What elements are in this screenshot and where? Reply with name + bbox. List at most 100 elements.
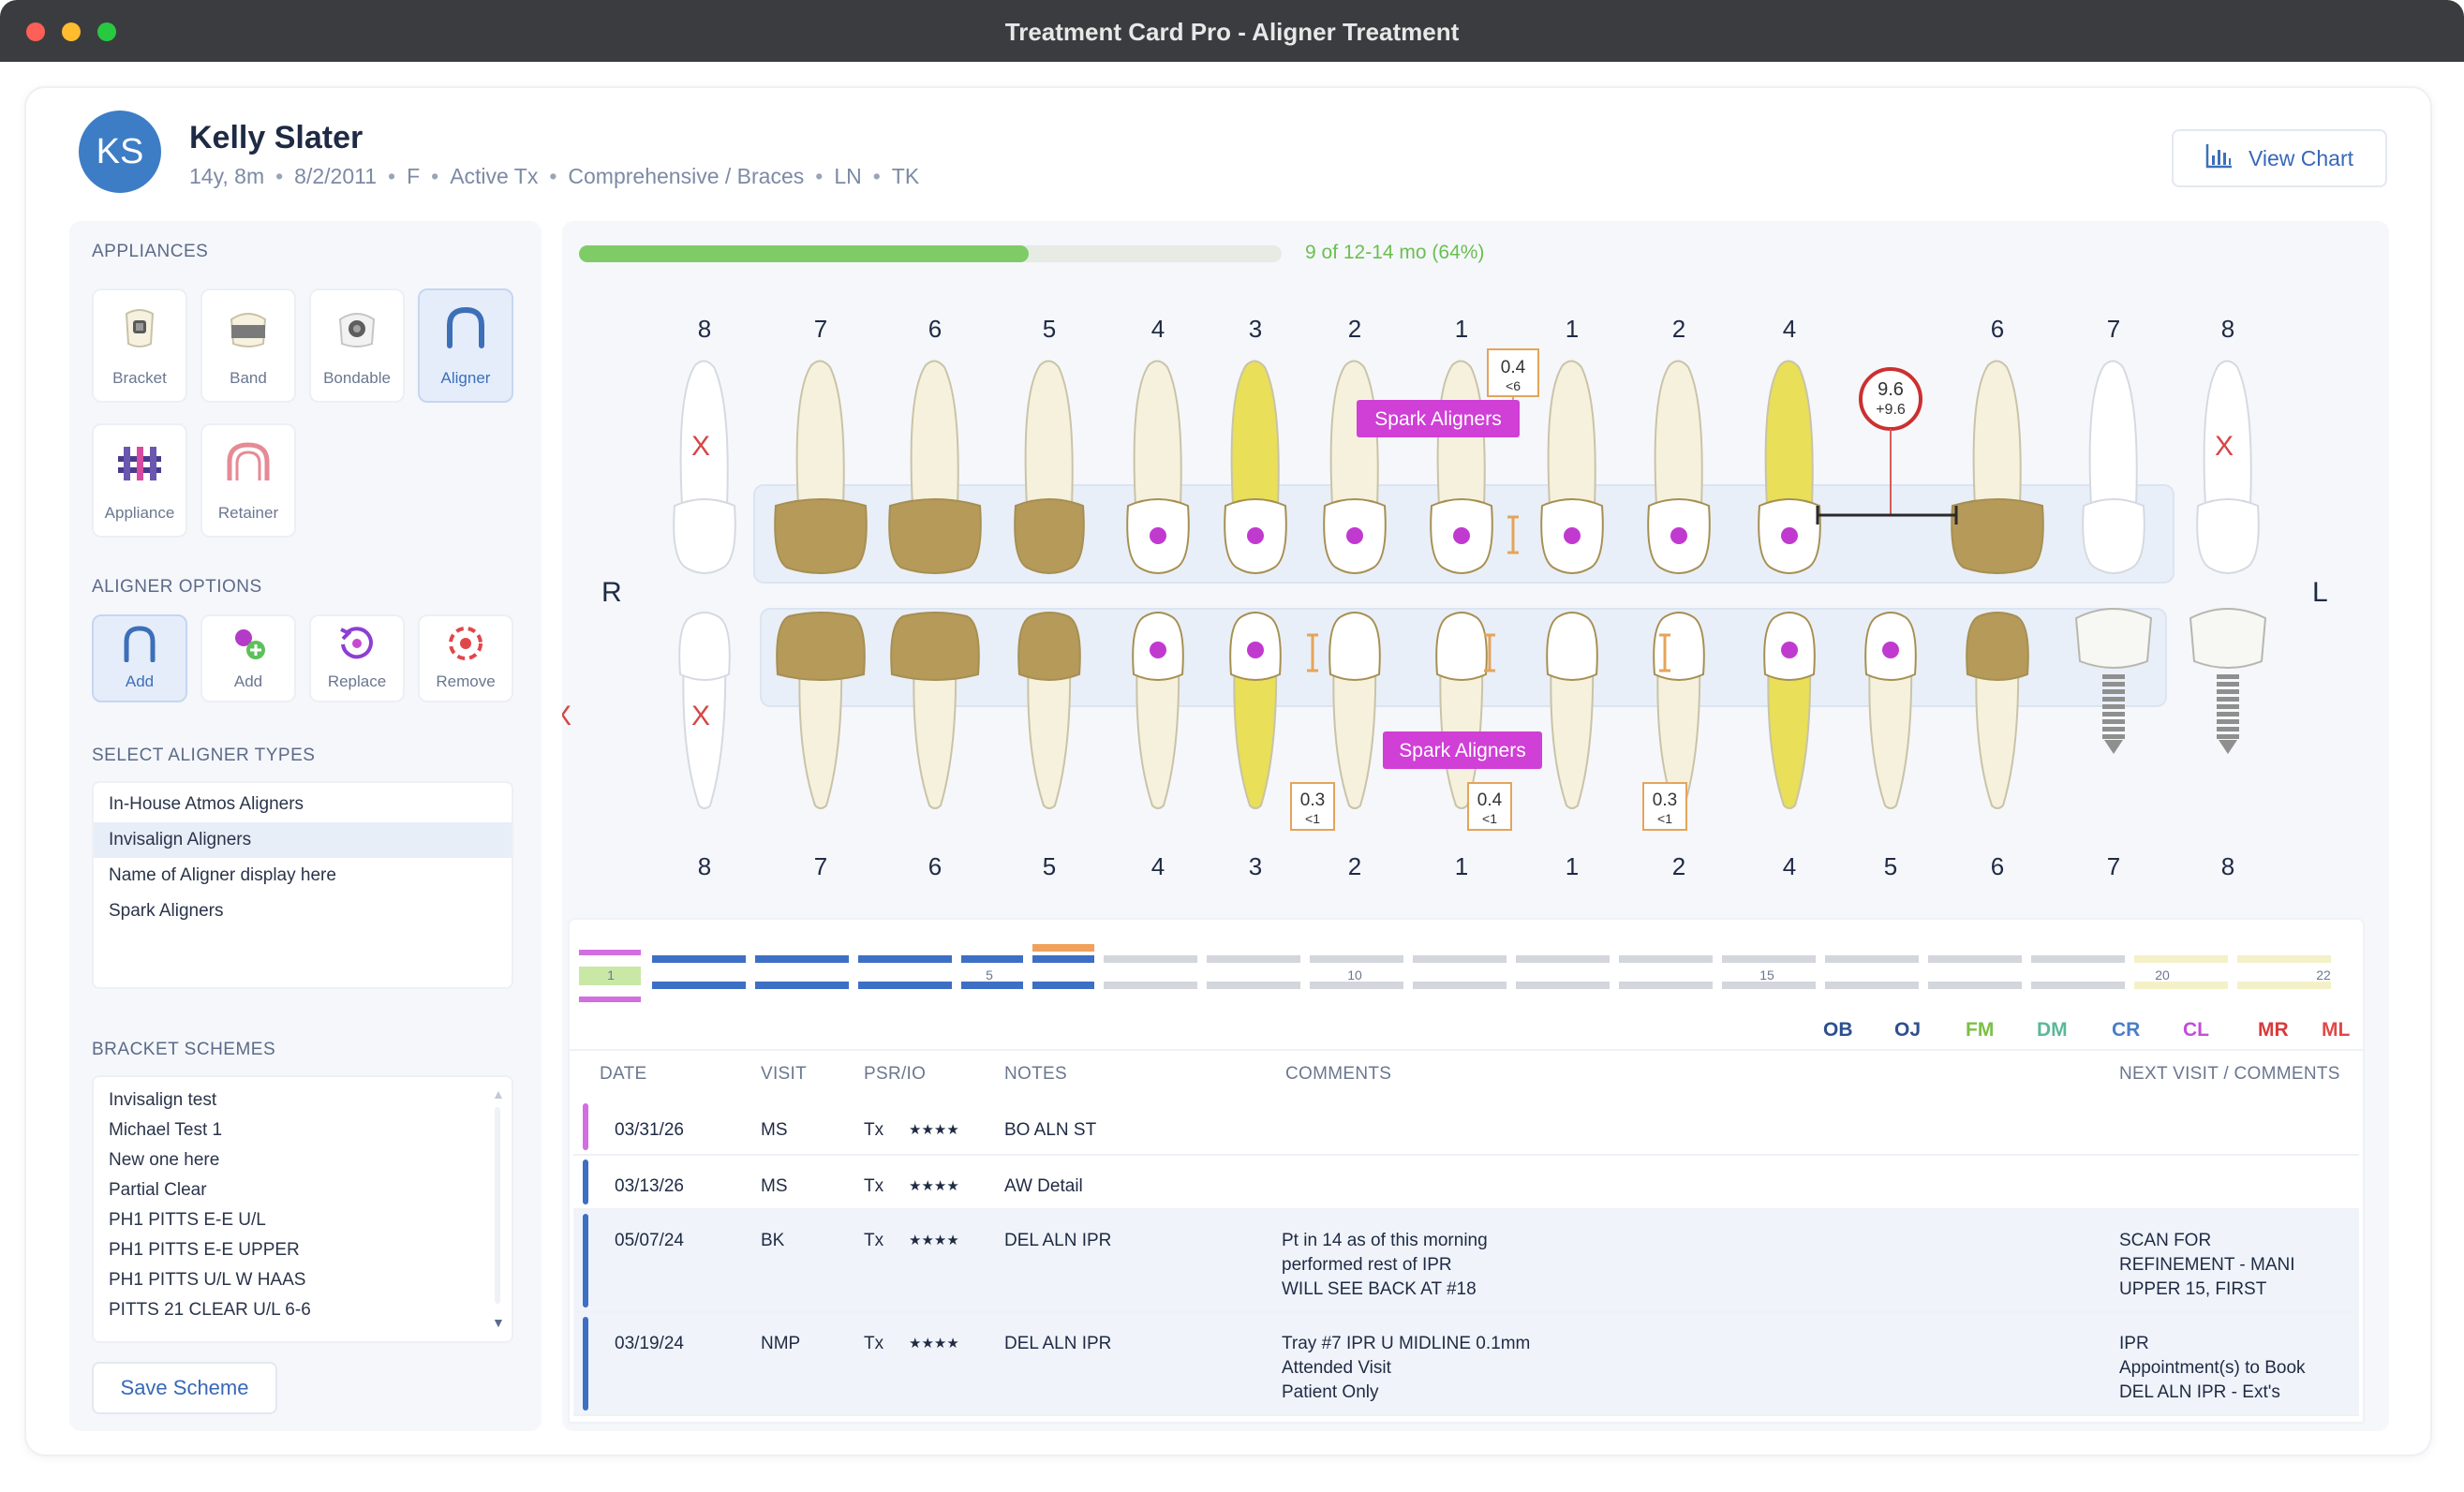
- upper-tooth[interactable]: [1323, 360, 1387, 574]
- aligner-type-item[interactable]: In-House Atmos Aligners: [94, 787, 512, 822]
- scheme-item[interactable]: PH1 PITTS E-E UPPER: [109, 1240, 300, 1261]
- legend-oj[interactable]: OJ: [1894, 1019, 1921, 1041]
- upper-tooth[interactable]: [888, 360, 982, 574]
- lower-tooth[interactable]: [2189, 608, 2267, 754]
- tray-upper[interactable]: [1413, 955, 1507, 963]
- scheme-item[interactable]: PH1 PITTS U/L W HAAS: [109, 1270, 305, 1291]
- aligner-type-item-selected[interactable]: Invisalign Aligners: [94, 822, 512, 858]
- upper-tooth[interactable]: [1224, 360, 1287, 574]
- upper-tooth[interactable]: [1951, 360, 2044, 574]
- col-notes[interactable]: NOTES: [1004, 1064, 1067, 1085]
- appliance-aligner-tile[interactable]: Aligner: [418, 288, 513, 403]
- scroll-up-icon[interactable]: ▲: [492, 1086, 505, 1101]
- tray-upper[interactable]: [1516, 955, 1610, 963]
- remove-tile[interactable]: Remove: [418, 614, 513, 702]
- appliance-band-tile[interactable]: Band: [200, 288, 296, 403]
- tray-lower[interactable]: [1619, 982, 1713, 989]
- col-date[interactable]: DATE: [600, 1064, 646, 1085]
- scheme-item[interactable]: PH1 PITTS E-E U/L: [109, 1210, 266, 1231]
- upper-tooth[interactable]: [1758, 360, 1821, 574]
- appliance-retainer-tile[interactable]: Retainer: [200, 423, 296, 538]
- tray-upper[interactable]: [1104, 955, 1197, 963]
- attachment-dot[interactable]: [1564, 527, 1581, 544]
- tray-lower[interactable]: [2031, 982, 2125, 989]
- attachment-dot[interactable]: [1346, 527, 1363, 544]
- lower-tooth[interactable]: [1864, 612, 1917, 809]
- lower-tooth[interactable]: [1017, 612, 1081, 809]
- legend-cl[interactable]: CL: [2183, 1019, 2209, 1041]
- col-comments[interactable]: COMMENTS: [1285, 1064, 1391, 1085]
- scheme-item[interactable]: New one here: [109, 1150, 219, 1171]
- save-scheme-button[interactable]: Save Scheme: [92, 1362, 277, 1414]
- scheme-item[interactable]: Partial Clear: [109, 1180, 207, 1201]
- lower-tooth[interactable]: [1328, 612, 1381, 809]
- lower-ipr-marker-2[interactable]: 0.4 <1: [1467, 782, 1512, 831]
- add-aligner-tile[interactable]: Add: [92, 614, 187, 702]
- tray-upper[interactable]: [1722, 955, 1816, 963]
- lower-tooth[interactable]: [1435, 612, 1488, 809]
- appliance-appliance-tile[interactable]: Appliance: [92, 423, 187, 538]
- replace-tile[interactable]: Replace: [309, 614, 405, 702]
- tray-upper[interactable]: [1825, 955, 1919, 963]
- upper-tooth[interactable]: [774, 360, 868, 574]
- lower-ipr-marker-3[interactable]: 0.3 <1: [1642, 782, 1687, 831]
- table-row[interactable]: 03/19/24 NMP Tx ★★★★ DEL ALN IPR Tray #7…: [573, 1313, 2359, 1416]
- attachment-dot[interactable]: [1781, 527, 1798, 544]
- attachment-dot[interactable]: [1453, 527, 1470, 544]
- tray-upper[interactable]: [2134, 955, 2228, 963]
- tray-1-upper[interactable]: [579, 950, 641, 955]
- tray-upper[interactable]: [2237, 955, 2331, 963]
- lower-tooth[interactable]: [1132, 612, 1184, 809]
- scheme-item[interactable]: PITTS 21 CLEAR U/L 6-6: [109, 1300, 311, 1321]
- tray-1-lower[interactable]: [579, 997, 641, 1002]
- tray-upper[interactable]: [961, 955, 1023, 963]
- lower-tooth[interactable]: [1546, 612, 1598, 809]
- scheme-item[interactable]: Invisalign test: [109, 1090, 216, 1111]
- tray-lower[interactable]: [1413, 982, 1507, 989]
- legend-dm[interactable]: DM: [2037, 1019, 2068, 1041]
- lower-tooth[interactable]: X: [678, 612, 731, 809]
- lower-tooth[interactable]: [776, 612, 866, 809]
- legend-ml[interactable]: ML: [2322, 1019, 2350, 1041]
- lower-tooth[interactable]: [1653, 612, 1705, 809]
- tray-lower[interactable]: [755, 982, 849, 989]
- scheme-item[interactable]: Michael Test 1: [109, 1120, 222, 1141]
- upper-tooth[interactable]: X: [2196, 360, 2260, 574]
- lower-tooth[interactable]: [1763, 612, 1816, 809]
- table-row[interactable]: 05/07/24 BK Tx ★★★★ DEL ALN IPR Pt in 14…: [573, 1210, 2359, 1313]
- aligner-type-item[interactable]: Name of Aligner display here: [94, 858, 512, 894]
- lower-tooth[interactable]: X: [562, 701, 571, 731]
- attachment-dot[interactable]: [1150, 642, 1166, 658]
- attachment-dot[interactable]: [1882, 642, 1899, 658]
- lower-tooth[interactable]: [890, 612, 980, 809]
- schemes-scrollbar[interactable]: ▲ ▼: [489, 1086, 506, 1330]
- tray-lower[interactable]: [1722, 982, 1816, 989]
- col-next-visit[interactable]: NEXT VISIT / COMMENTS: [2119, 1064, 2340, 1085]
- tray-lower[interactable]: [1310, 982, 1403, 989]
- upper-tooth[interactable]: [1014, 360, 1085, 574]
- col-psr[interactable]: PSR/IO: [864, 1064, 926, 1085]
- tray-lower[interactable]: [1104, 982, 1197, 989]
- legend-mr[interactable]: MR: [2258, 1019, 2289, 1041]
- upper-tooth[interactable]: [2082, 360, 2145, 574]
- tray-lower[interactable]: [858, 982, 952, 989]
- tray-upper[interactable]: [2031, 955, 2125, 963]
- legend-ob[interactable]: OB: [1823, 1019, 1853, 1041]
- tray-upper[interactable]: [755, 955, 849, 963]
- aligner-type-item[interactable]: Spark Aligners: [94, 894, 512, 929]
- tray-upper[interactable]: [1207, 955, 1300, 963]
- tray-upper[interactable]: [858, 955, 952, 963]
- tray-lower[interactable]: [1207, 982, 1300, 989]
- lower-tooth[interactable]: [1229, 612, 1282, 809]
- upper-tooth[interactable]: [1430, 360, 1493, 574]
- tray-upper[interactable]: [1928, 955, 2022, 963]
- tray-upper[interactable]: [1310, 955, 1403, 963]
- legend-fm[interactable]: FM: [1966, 1019, 1994, 1041]
- tray-lower[interactable]: [2237, 982, 2331, 989]
- table-row[interactable]: 03/13/26 MS Tx ★★★★ AW Detail: [573, 1156, 2359, 1210]
- attachment-dot[interactable]: [1247, 527, 1264, 544]
- upper-tooth[interactable]: X: [673, 360, 736, 574]
- upper-tooth[interactable]: [1647, 360, 1711, 574]
- tray-lower[interactable]: [961, 982, 1023, 989]
- view-chart-button[interactable]: View Chart: [2172, 129, 2387, 187]
